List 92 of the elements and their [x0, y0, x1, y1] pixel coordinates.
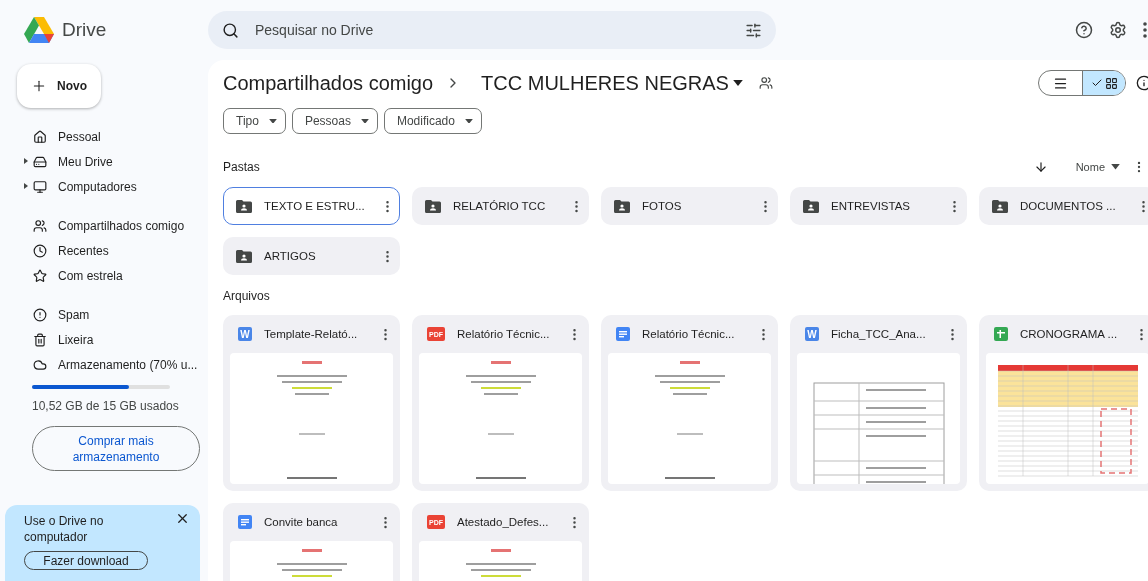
folder-name: RELATÓRIO TCC — [453, 200, 547, 212]
nav-item[interactable]: Pessoal — [0, 124, 208, 149]
storage-usage: 10,52 GB de 15 GB usados — [32, 399, 180, 413]
file-card[interactable]: Convite banca — [223, 503, 400, 581]
expand-caret-icon[interactable] — [24, 183, 28, 189]
folder-name: FOTOS — [642, 200, 683, 212]
nav-item[interactable]: Lixeira — [0, 327, 208, 352]
file-card[interactable]: Relatório Técnic... — [601, 315, 778, 491]
more-button[interactable] — [1143, 22, 1147, 38]
cloud-icon — [33, 357, 47, 372]
people-icon — [33, 218, 47, 233]
filter-dropdown[interactable]: Tipo — [223, 108, 286, 134]
folder-card[interactable]: DOCUMENTOS ... — [979, 187, 1148, 225]
computer-icon — [33, 179, 47, 194]
file-name: Atestado_Defes... — [457, 516, 550, 528]
folder-card[interactable]: TEXTO E ESTRU... — [223, 187, 400, 225]
close-icon — [175, 511, 190, 526]
home-icon — [33, 129, 47, 144]
shared-folder-icon — [803, 199, 819, 213]
breadcrumb-item[interactable]: TCC MULHERES NEGRAS — [481, 71, 743, 95]
folder-card[interactable]: RELATÓRIO TCC — [412, 187, 589, 225]
shared-people-icon[interactable] — [758, 76, 773, 90]
settings-button[interactable] — [1109, 21, 1127, 39]
folder-name: DOCUMENTOS ... — [1020, 200, 1117, 212]
alert-icon — [33, 307, 47, 322]
folder-name: TEXTO E ESTRU... — [264, 200, 366, 212]
shared-folder-icon — [236, 249, 252, 263]
app-name: Drive — [62, 19, 107, 41]
shared-folder-icon — [425, 199, 441, 213]
nav-item[interactable]: Com estrela — [0, 263, 208, 288]
file-name: Ficha_TCC_Ana... — [831, 328, 927, 340]
filter-options-icon[interactable] — [745, 21, 762, 39]
filter-dropdown[interactable]: Pessoas — [291, 108, 378, 134]
trash-icon — [33, 332, 47, 347]
shared-folder-icon — [992, 199, 1008, 213]
folder-card[interactable]: FOTOS — [601, 187, 778, 225]
settings-icon — [1109, 21, 1127, 39]
drive-icon — [33, 154, 47, 169]
file-card[interactable]: W Template-Relató... — [223, 315, 400, 491]
check-icon — [1090, 77, 1103, 89]
file-name: Relatório Técnic... — [642, 328, 736, 340]
info-button[interactable] — [1136, 75, 1148, 91]
info-icon — [1136, 75, 1148, 91]
nav-item[interactable]: Computadores — [0, 174, 208, 199]
dropdown-caret-icon — [732, 80, 743, 86]
expand-caret-icon[interactable] — [24, 158, 28, 164]
promo-text: Use o Drive no computador — [24, 513, 105, 545]
search-field[interactable]: Pesquisar no Drive — [208, 11, 776, 49]
file-name: CRONOGRAMA ... — [1020, 328, 1119, 340]
list-icon — [1053, 75, 1068, 91]
dropdown-caret-icon — [268, 118, 277, 124]
dropdown-caret-icon — [1111, 164, 1120, 170]
file-name: Relatório Técnic... — [457, 328, 551, 340]
more-icon — [1143, 22, 1147, 38]
search-input[interactable]: Pesquisar no Drive — [253, 21, 731, 39]
file-type-icon: W — [805, 327, 819, 341]
file-card[interactable]: CRONOGRAMA ... — [979, 315, 1148, 491]
folder-card[interactable]: ARTIGOS — [223, 237, 400, 275]
file-name: Template-Relató... — [264, 328, 359, 340]
drive-logo-icon — [24, 17, 54, 43]
nav-item[interactable]: Spam — [0, 302, 208, 327]
breadcrumb-item[interactable]: Compartilhados comigo — [223, 71, 434, 95]
file-type-icon: W — [238, 327, 252, 341]
nav-item[interactable]: Recentes — [0, 238, 208, 263]
dropdown-caret-icon — [360, 118, 369, 124]
nav-item[interactable]: Armazenamento (70% u... — [0, 352, 208, 377]
shared-folder-icon — [614, 199, 630, 213]
star-icon — [33, 268, 47, 283]
dropdown-caret-icon — [464, 118, 473, 124]
help-button[interactable] — [1075, 21, 1093, 39]
section-title: Arquivos — [223, 289, 270, 303]
search-icon — [222, 21, 239, 39]
file-card[interactable]: W Ficha_TCC_Ana... — [790, 315, 967, 491]
new-button[interactable]: Novo — [17, 64, 101, 108]
close-button[interactable] — [175, 511, 190, 526]
folder-name: ARTIGOS — [264, 250, 317, 262]
clock-icon — [33, 243, 47, 258]
file-name: Convite banca — [264, 516, 339, 528]
section-title: Pastas — [223, 160, 260, 174]
help-icon — [1075, 21, 1093, 39]
folder-card[interactable]: ENTREVISTAS — [790, 187, 967, 225]
sort-dropdown[interactable]: Nome — [1075, 161, 1120, 173]
document-icon — [616, 327, 630, 341]
nav-item[interactable]: Compartilhados comigo — [0, 213, 208, 238]
grid-icon — [1104, 76, 1118, 90]
grid-view-button[interactable] — [1082, 71, 1125, 95]
spreadsheet-icon — [994, 327, 1008, 341]
document-icon — [238, 515, 252, 529]
filter-dropdown[interactable]: Modificado — [383, 108, 482, 134]
folder-name: ENTREVISTAS — [831, 200, 912, 212]
nav-item[interactable]: Meu Drive — [0, 149, 208, 174]
shared-folder-icon — [236, 199, 252, 213]
